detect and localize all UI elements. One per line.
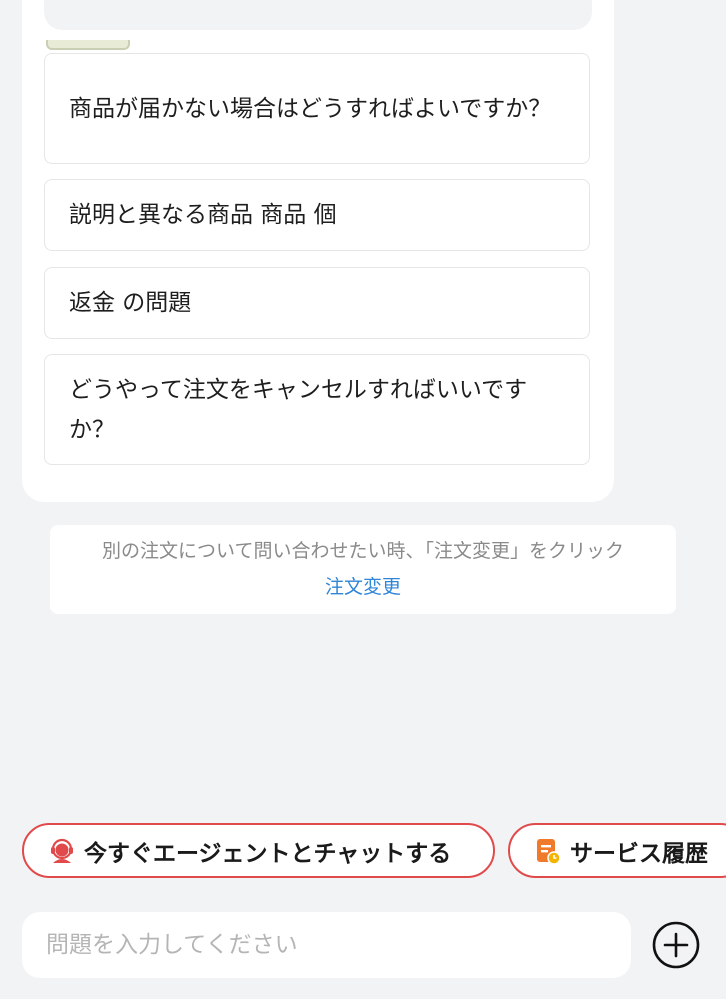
message-input-container [22,912,631,978]
headset-agent-icon [48,837,76,865]
plus-circle-icon[interactable] [651,920,701,970]
notice-text: 別の注文について問い合わせたい時、「注文変更」をクリック [102,540,624,562]
service-history-icon [534,837,562,865]
service-history-button[interactable]: サービス履歴 [508,823,726,878]
faq-item-label: どうやって注文をキャンセルすればいいですか？ [69,376,528,443]
message-input[interactable] [46,912,606,978]
faq-item-cancel-order[interactable]: どうやって注文をキャンセルすればいいですか？ [44,354,590,465]
chat-with-agent-label: 今すぐエージェントとチャットする [84,840,452,867]
product-thumbnail [46,40,130,50]
faq-item-label: 説明と異なる商品 商品 個 [69,202,337,228]
faq-item-refund[interactable]: 返金 の問題 [44,267,590,339]
faq-item-label: 返金 の問題 [69,290,192,316]
order-change-notice: 別の注文について問い合わせたい時、「注文変更」をクリック 注文変更 [50,525,676,614]
product-preview [44,0,592,30]
faq-item-label: 商品が届かない場合はどうすればよいですか？ [69,95,552,122]
faq-item-not-as-described[interactable]: 説明と異なる商品 商品 個 [44,179,590,251]
order-change-link[interactable]: 注文変更 [50,573,676,601]
service-history-label: サービス履歴 [570,840,708,867]
chat-with-agent-button[interactable]: 今すぐエージェントとチャットする [22,823,495,878]
faq-item-not-delivered[interactable]: 商品が届かない場合はどうすればよいですか？ [44,53,590,164]
